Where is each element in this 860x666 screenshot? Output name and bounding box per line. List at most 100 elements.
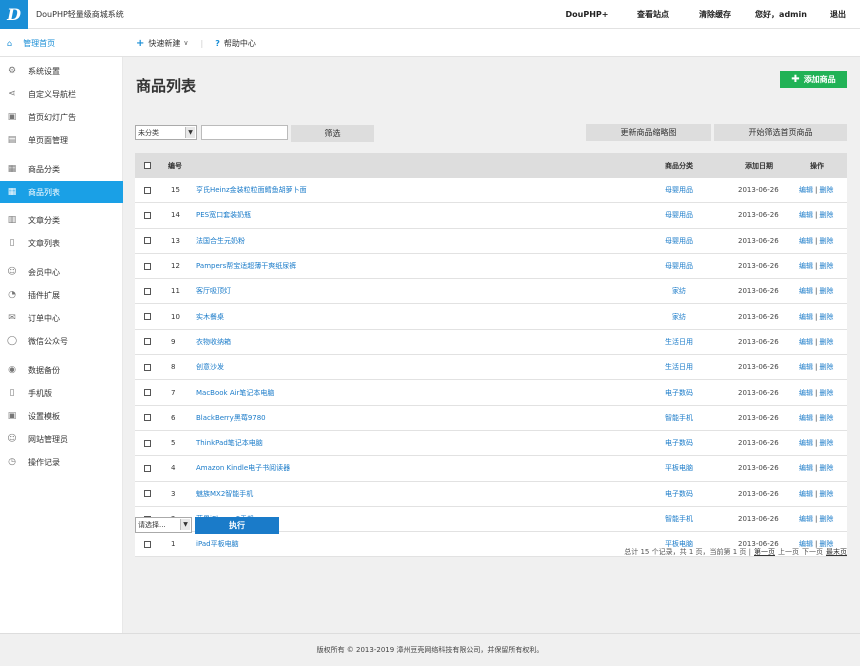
delete-link[interactable]: 删除 <box>819 514 833 524</box>
delete-link[interactable]: 删除 <box>819 362 833 372</box>
product-name-link[interactable]: 客厅吸顶灯 <box>196 279 231 303</box>
edit-link[interactable]: 编辑 <box>799 185 813 195</box>
row-checkbox[interactable] <box>144 229 151 253</box>
product-name-link[interactable]: 衣物收纳箱 <box>196 330 231 354</box>
delete-link[interactable]: 删除 <box>819 463 833 473</box>
sidebar-item[interactable]: ◔ 插件扩展 <box>0 284 123 306</box>
delete-link[interactable]: 删除 <box>819 236 833 246</box>
help-center-link[interactable]: 帮助中心 <box>224 38 256 49</box>
delete-link[interactable]: 删除 <box>819 185 833 195</box>
admin-home-link[interactable]: ⌂ 管理首页 <box>0 29 123 57</box>
delete-link[interactable]: 删除 <box>819 337 833 347</box>
category-link[interactable]: 电子数码 <box>663 431 695 455</box>
row-checkbox[interactable] <box>144 380 151 404</box>
category-link[interactable]: 平板电脑 <box>663 456 695 480</box>
row-checkbox[interactable] <box>144 482 151 506</box>
delete-link[interactable]: 删除 <box>819 286 833 296</box>
first-page-link[interactable]: 第一页 <box>754 547 775 557</box>
sidebar-item[interactable]: ▣ 设置模板 <box>0 405 123 427</box>
delete-link[interactable]: 删除 <box>819 413 833 423</box>
category-link[interactable]: 母婴用品 <box>663 178 695 202</box>
quick-new-button[interactable]: 快速新建 <box>148 38 180 49</box>
sidebar-item[interactable]: ☺ 会员中心 <box>0 261 123 283</box>
category-link[interactable]: 电子数码 <box>663 482 695 506</box>
row-checkbox[interactable] <box>144 532 151 556</box>
edit-link[interactable]: 编辑 <box>799 489 813 499</box>
delete-link[interactable]: 删除 <box>819 261 833 271</box>
category-link[interactable]: 生活日用 <box>663 355 695 379</box>
select-all-checkbox[interactable] <box>144 153 151 178</box>
edit-link[interactable]: 编辑 <box>799 286 813 296</box>
execute-button[interactable]: 执行 <box>195 517 279 534</box>
category-link[interactable]: 母婴用品 <box>663 254 695 278</box>
edit-link[interactable]: 编辑 <box>799 388 813 398</box>
category-select[interactable]: 未分类 ▼ <box>135 125 197 140</box>
category-link[interactable]: 智能手机 <box>663 507 695 531</box>
product-name-link[interactable]: Amazon Kindle电子书阅读器 <box>196 456 290 480</box>
sidebar-item[interactable]: ▦ 商品列表 <box>0 181 123 203</box>
row-checkbox[interactable] <box>144 355 151 379</box>
edit-link[interactable]: 编辑 <box>799 463 813 473</box>
chevron-down-icon[interactable]: ∨ <box>183 39 188 47</box>
product-name-link[interactable]: 实木餐桌 <box>196 304 224 328</box>
add-product-button[interactable]: ✚ 添加商品 <box>780 71 847 88</box>
product-name-link[interactable]: iPad平板电脑 <box>196 532 239 556</box>
edit-link[interactable]: 编辑 <box>799 312 813 322</box>
edit-link[interactable]: 编辑 <box>799 438 813 448</box>
row-checkbox[interactable] <box>144 330 151 354</box>
row-checkbox[interactable] <box>144 203 151 227</box>
filter-button[interactable]: 筛选 <box>291 125 374 142</box>
product-name-link[interactable]: ThinkPad笔记本电脑 <box>196 431 263 455</box>
category-link[interactable]: 家纺 <box>663 279 695 303</box>
row-checkbox[interactable] <box>144 279 151 303</box>
nav-logout[interactable]: 退出 <box>816 0 860 29</box>
sidebar-item[interactable]: ▥ 文章分类 <box>0 209 123 231</box>
category-link[interactable]: 智能手机 <box>663 406 695 430</box>
category-link[interactable]: 家纺 <box>663 304 695 328</box>
row-checkbox[interactable] <box>144 178 151 202</box>
edit-link[interactable]: 编辑 <box>799 236 813 246</box>
edit-link[interactable]: 编辑 <box>799 362 813 372</box>
homepage-filter-button[interactable]: 开始筛选首页商品 <box>714 124 847 141</box>
sidebar-item[interactable]: ▣ 首页幻灯广告 <box>0 106 123 128</box>
row-checkbox[interactable] <box>144 304 151 328</box>
prev-page-link[interactable]: 上一页 <box>778 547 799 557</box>
nav-douphp-plus[interactable]: DouPHP+ <box>552 0 622 29</box>
edit-link[interactable]: 编辑 <box>799 261 813 271</box>
delete-link[interactable]: 删除 <box>819 312 833 322</box>
product-name-link[interactable]: MacBook Air笔记本电脑 <box>196 380 274 404</box>
nav-clear-cache[interactable]: 清除缓存 <box>684 0 746 29</box>
delete-link[interactable]: 删除 <box>819 438 833 448</box>
sidebar-item[interactable]: ☺ 网站管理员 <box>0 428 123 450</box>
product-name-link[interactable]: 法国合生元奶粉 <box>196 229 245 253</box>
product-name-link[interactable]: BlackBerry黑莓9780 <box>196 406 266 430</box>
edit-link[interactable]: 编辑 <box>799 337 813 347</box>
row-checkbox[interactable] <box>144 406 151 430</box>
next-page-link[interactable]: 下一页 <box>802 547 823 557</box>
last-page-link[interactable]: 最末页 <box>826 547 847 557</box>
delete-link[interactable]: 删除 <box>819 489 833 499</box>
sidebar-item[interactable]: ⋖ 自定义导航栏 <box>0 83 123 105</box>
nav-user-greeting[interactable]: 您好，admin <box>746 0 816 29</box>
product-name-link[interactable]: 创意沙发 <box>196 355 224 379</box>
delete-link[interactable]: 删除 <box>819 210 833 220</box>
sidebar-item[interactable]: ⚙ 系统设置 <box>0 60 123 82</box>
logo[interactable]: D <box>0 0 28 29</box>
sidebar-item[interactable]: ▯ 手机版 <box>0 382 123 404</box>
sidebar-item[interactable]: ◷ 操作记录 <box>0 451 123 473</box>
sidebar-item[interactable]: ▦ 商品分类 <box>0 158 123 180</box>
product-name-link[interactable]: 亨氏Heinz金装粒粒面鳕鱼胡萝卜面 <box>196 178 307 202</box>
search-input[interactable] <box>201 125 288 140</box>
category-link[interactable]: 母婴用品 <box>663 203 695 227</box>
sidebar-item[interactable]: ▯ 文章列表 <box>0 232 123 254</box>
sidebar-item[interactable]: ▤ 单页面管理 <box>0 129 123 151</box>
bulk-action-select[interactable]: 请选择... ▼ <box>135 517 192 533</box>
delete-link[interactable]: 删除 <box>819 388 833 398</box>
product-name-link[interactable]: Pampers帮宝适超薄干爽纸尿裤 <box>196 254 296 278</box>
update-thumbnails-button[interactable]: 更新商品缩略图 <box>586 124 711 141</box>
product-name-link[interactable]: 魅族MX2智能手机 <box>196 482 253 506</box>
nav-view-site[interactable]: 查看站点 <box>622 0 684 29</box>
edit-link[interactable]: 编辑 <box>799 210 813 220</box>
sidebar-item[interactable]: ◯ 微信公众号 <box>0 330 123 352</box>
row-checkbox[interactable] <box>144 456 151 480</box>
